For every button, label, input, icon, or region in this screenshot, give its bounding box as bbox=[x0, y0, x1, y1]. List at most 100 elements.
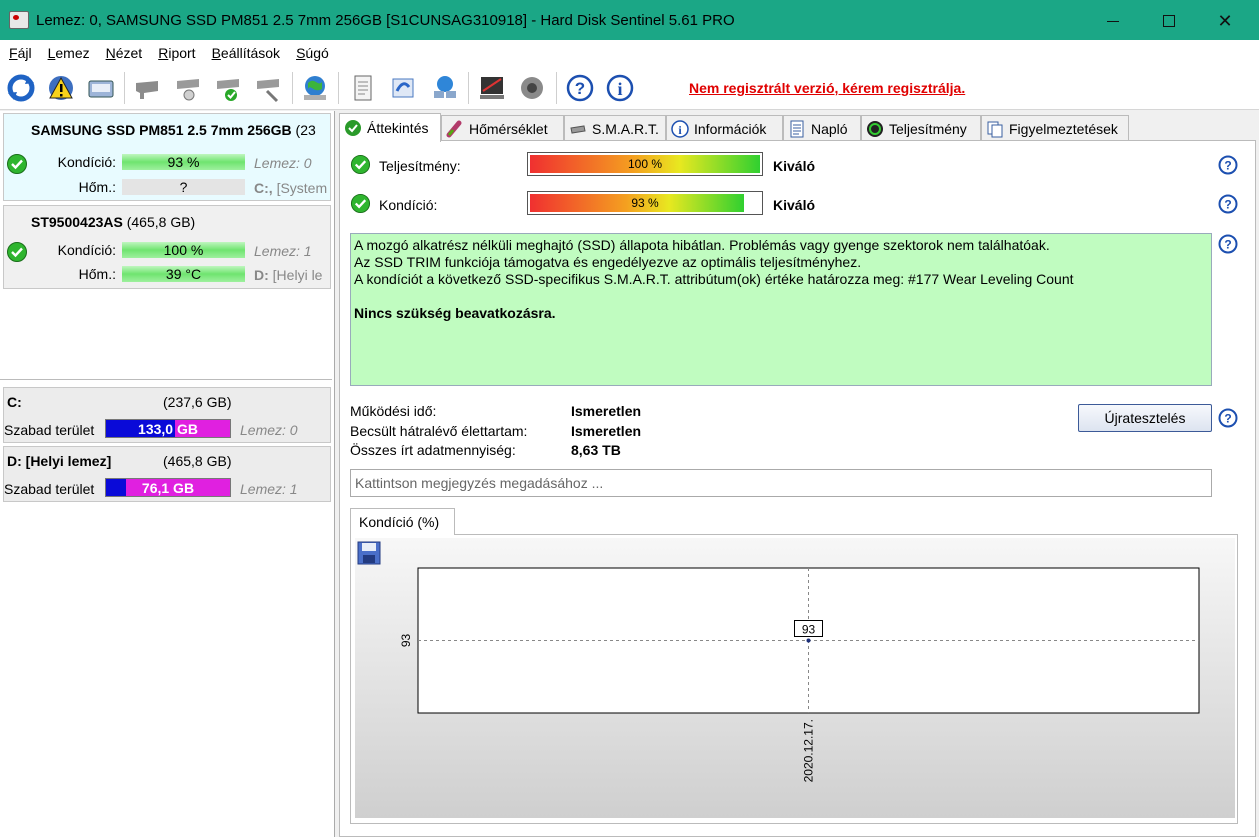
close-icon: ✕ bbox=[1217, 11, 1233, 31]
drive-icon[interactable] bbox=[130, 71, 164, 105]
condition-bar: 93 % bbox=[122, 154, 245, 170]
maximize-icon bbox=[1163, 15, 1175, 27]
speaker-icon[interactable] bbox=[515, 71, 549, 105]
performance-label: Teljesítmény: bbox=[379, 158, 461, 174]
menu-view[interactable]: Nézet bbox=[98, 45, 151, 61]
status-line: Az SSD TRIM funkciója támogatva és enged… bbox=[354, 254, 862, 270]
document-icon[interactable] bbox=[346, 71, 380, 105]
volume-item-d[interactable]: D: [Helyi lemez] (465,8 GB) Szabad terül… bbox=[3, 446, 331, 502]
warning-icon[interactable] bbox=[44, 71, 78, 105]
uptime-label: Működési idő: bbox=[350, 403, 437, 419]
volume-size: (237,6 GB) bbox=[163, 394, 232, 410]
condition-bar: 100 % bbox=[122, 242, 245, 258]
alerts-icon bbox=[987, 121, 1003, 137]
drive-icon bbox=[570, 124, 586, 134]
window-title: Lemez: 0, SAMSUNG SSD PM851 2.5 7mm 256G… bbox=[36, 12, 735, 29]
disk-item-0[interactable]: SAMSUNG SSD PM851 2.5 7mm 256GB (23 Kond… bbox=[3, 113, 331, 201]
drive-test-icon[interactable] bbox=[171, 71, 205, 105]
drive-tools-icon[interactable] bbox=[251, 71, 285, 105]
free-space-label: Szabad terület bbox=[4, 422, 95, 438]
status-line: A kondíciót a következő SSD-specifikus S… bbox=[354, 271, 1074, 287]
network-icon[interactable] bbox=[428, 71, 462, 105]
help-icon[interactable]: ? bbox=[1218, 155, 1238, 175]
minimize-button[interactable] bbox=[1090, 6, 1136, 36]
svg-text:i: i bbox=[617, 79, 622, 99]
register-link[interactable]: Nem regisztrált verzió, kérem regisztrál… bbox=[689, 80, 965, 96]
status-description: A mozgó alkatrész nélküli meghajtó (SSD)… bbox=[350, 233, 1212, 386]
tab-temperature[interactable]: Hőmérséklet bbox=[441, 115, 564, 141]
svg-text:?: ? bbox=[1224, 412, 1231, 426]
info-icon: i bbox=[671, 119, 689, 138]
uptime-value: Ismeretlen bbox=[571, 403, 642, 419]
tab-performance[interactable]: Teljesítmény bbox=[861, 115, 981, 141]
sync-icon[interactable] bbox=[386, 71, 420, 105]
condition-label: Kondíció: bbox=[379, 197, 438, 213]
title-bar: Lemez: 0, SAMSUNG SSD PM851 2.5 7mm 256G… bbox=[0, 0, 1259, 40]
disk-index: Lemez: 0 bbox=[254, 155, 312, 171]
data-label: 93 bbox=[802, 623, 816, 637]
maximize-button[interactable] bbox=[1146, 6, 1192, 36]
free-space-label: Szabad terület bbox=[4, 481, 95, 497]
help-icon[interactable]: ? bbox=[1218, 234, 1238, 254]
retest-button[interactable]: Újratesztelés bbox=[1078, 404, 1212, 432]
performance-bar: 100 % bbox=[527, 152, 763, 176]
chart-tab-condition[interactable]: Kondíció (%) bbox=[350, 508, 455, 535]
disk-partitions: D: [Helyi le bbox=[254, 267, 323, 283]
tab-overview[interactable]: Áttekintés bbox=[339, 113, 441, 142]
tab-smart[interactable]: S.M.A.R.T. bbox=[564, 115, 666, 141]
help-icon[interactable]: ? bbox=[1218, 408, 1238, 428]
svg-text:?: ? bbox=[1224, 238, 1231, 252]
menu-disk[interactable]: Lemez bbox=[40, 45, 98, 61]
tab-log[interactable]: Napló bbox=[783, 115, 861, 141]
volume-disk: Lemez: 0 bbox=[240, 422, 298, 438]
condition-label: Kondíció: bbox=[57, 154, 116, 170]
tab-strip: Áttekintés Hőmérséklet S.M.A.R.T. i Info… bbox=[339, 113, 1259, 142]
tab-information[interactable]: i Információk bbox=[666, 115, 783, 141]
svg-text:?: ? bbox=[575, 79, 585, 98]
remaining-life-value: Ismeretlen bbox=[571, 423, 642, 439]
update-icon[interactable] bbox=[298, 71, 332, 105]
volume-item-c[interactable]: C: (237,6 GB) Szabad terület 133,0 GB Le… bbox=[3, 387, 331, 443]
drive-check-icon[interactable] bbox=[211, 71, 245, 105]
app-icon bbox=[9, 11, 29, 29]
temperature-label: Hőm.: bbox=[78, 266, 116, 282]
free-space-bar: 76,1 GB bbox=[105, 478, 231, 497]
ok-status-icon bbox=[7, 242, 27, 262]
refresh-icon[interactable] bbox=[4, 71, 38, 105]
disk-item-1[interactable]: ST9500423AS (465,8 GB) Kondíció: 100 % L… bbox=[3, 205, 331, 289]
volume-name: C: bbox=[7, 394, 22, 410]
y-tick-label: 93 bbox=[399, 634, 413, 648]
note-input[interactable]: Kattintson megjegyzés megadásához ... bbox=[350, 469, 1212, 497]
condition-label: Kondíció: bbox=[57, 242, 116, 258]
condition-rating: Kiváló bbox=[773, 197, 816, 213]
log-icon bbox=[790, 120, 804, 137]
performance-ok-icon bbox=[350, 154, 371, 175]
condition-ok-icon bbox=[350, 193, 371, 214]
temperature-bar: 39 °C bbox=[122, 266, 245, 282]
disk-name: ST9500423AS (465,8 GB) bbox=[31, 214, 196, 230]
x-tick-label: 2020.12.17. bbox=[802, 719, 816, 782]
disk-report-icon[interactable] bbox=[84, 71, 118, 105]
ok-status-icon bbox=[7, 154, 27, 174]
info-icon[interactable]: i bbox=[603, 71, 637, 105]
help-icon[interactable]: ? bbox=[563, 71, 597, 105]
monitor-icon[interactable] bbox=[475, 71, 509, 105]
close-button[interactable]: ✕ bbox=[1202, 6, 1248, 36]
volume-name: D: [Helyi lemez] bbox=[7, 453, 112, 469]
tab-alerts[interactable]: Figyelmeztetések bbox=[981, 115, 1129, 141]
free-space-bar: 133,0 GB bbox=[105, 419, 231, 438]
menu-bar: Fájl Lemez Nézet Riport Beállítások Súgó bbox=[0, 40, 1259, 66]
menu-help[interactable]: Súgó bbox=[288, 45, 337, 61]
menu-settings[interactable]: Beállítások bbox=[204, 45, 289, 61]
temperature-bar: ? bbox=[122, 179, 245, 195]
condition-chart: 93 93 2020.12.17. bbox=[399, 567, 1200, 782]
menu-report[interactable]: Riport bbox=[150, 45, 203, 61]
menu-file[interactable]: Fájl bbox=[1, 45, 40, 61]
help-icon[interactable]: ? bbox=[1218, 194, 1238, 214]
minimize-icon bbox=[1107, 20, 1119, 22]
total-written-label: Összes írt adatmennyiség: bbox=[350, 442, 516, 458]
volume-size: (465,8 GB) bbox=[163, 453, 232, 469]
performance-rating: Kiváló bbox=[773, 158, 816, 174]
condition-bar: 93 % bbox=[527, 191, 763, 215]
volume-disk: Lemez: 1 bbox=[240, 481, 298, 497]
